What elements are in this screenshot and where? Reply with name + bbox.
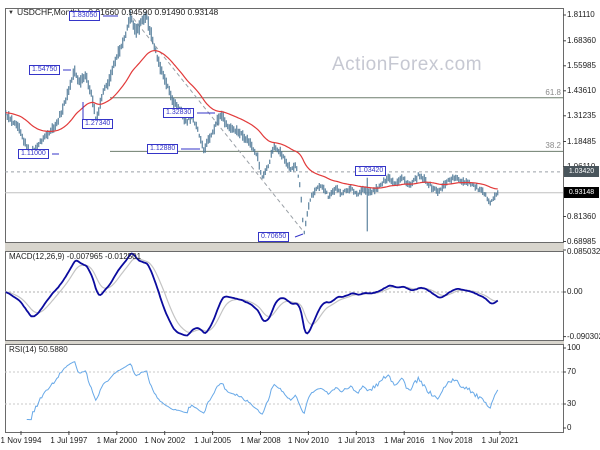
price-annotation[interactable]: 1.27340: [82, 119, 114, 129]
date-axis-label: 1 Nov 2010: [287, 436, 329, 445]
rsi-label: RSI(14) 50.5880: [9, 345, 68, 354]
price-axis-label: 1.18485: [567, 136, 596, 146]
macd-axis-label: 0.085032: [567, 247, 600, 256]
date-axis-label: 1 Mar 2016: [383, 436, 425, 445]
watermark: ActionForex.com: [332, 54, 483, 75]
price-axis-label: 1.68360: [567, 35, 596, 45]
rsi-axis-label: 0: [567, 423, 572, 432]
chart-title-ohlc: 0.91660 0.94590 0.91490 0.93148: [88, 7, 219, 17]
axis-price-marker: 0.93148: [564, 187, 599, 199]
date-axis-label: 1 Nov 2018: [431, 436, 473, 445]
chart-window: ▼ USDCHF,Monthly 0.91660 0.94590 0.91490 …: [0, 0, 600, 450]
date-axis-label: 1 Nov 1994: [0, 436, 42, 445]
price-annotation[interactable]: 1.83050: [69, 11, 101, 21]
rsi-axis-label: 30: [567, 399, 576, 408]
macd-label: MACD(12,26,9) -0.007965 -0.012501: [9, 252, 142, 261]
fib-level-label: 61.8: [545, 87, 561, 97]
price-axis-label: 1.55985: [567, 60, 596, 70]
rsi-panel[interactable]: [5, 344, 564, 433]
rsi-axis-label: 70: [567, 367, 576, 376]
date-axis-label: 1 Mar 2000: [96, 436, 138, 445]
date-axis-label: 1 Jul 2013: [337, 436, 375, 445]
date-axis-label: 1 Nov 2002: [144, 436, 186, 445]
macd-axis-label: -0.090302: [567, 331, 600, 341]
rsi-axis-label: 100: [567, 343, 581, 352]
price-axis-label: 1.43610: [567, 85, 596, 95]
price-annotation[interactable]: 1.03420: [355, 166, 387, 176]
price-annotation[interactable]: 1.32830: [163, 108, 195, 118]
date-axis-label: 1 Jul 1997: [50, 436, 88, 445]
axis-price-marker: 1.03420: [564, 166, 599, 178]
macd-panel[interactable]: [5, 251, 564, 341]
price-axis-label: 1.81110: [567, 10, 595, 19]
date-axis-label: 1 Mar 2008: [240, 436, 281, 445]
price-axis-label: 1.31235: [567, 110, 596, 120]
price-annotation[interactable]: 1.11000: [18, 149, 49, 159]
panel-separator[interactable]: [5, 243, 564, 251]
price-annotation[interactable]: 1.54750: [29, 65, 61, 75]
chart-title: ▼ USDCHF,Monthly 0.91660 0.94590 0.91490 …: [8, 7, 218, 17]
date-axis-label: 1 Jul 2005: [194, 436, 232, 445]
price-annotation[interactable]: 1.12880: [147, 144, 179, 154]
date-axis-label: 1 Jul 2021: [481, 436, 519, 445]
price-axis-label: 0.68985: [567, 236, 596, 246]
symbol-dropdown-icon[interactable]: ▼: [8, 10, 14, 16]
macd-axis-label: 0.00: [567, 287, 583, 296]
fib-level-label: 38.2: [545, 141, 561, 151]
price-annotation[interactable]: 0.70650: [258, 232, 290, 242]
price-axis-label: 0.81360: [567, 211, 596, 221]
